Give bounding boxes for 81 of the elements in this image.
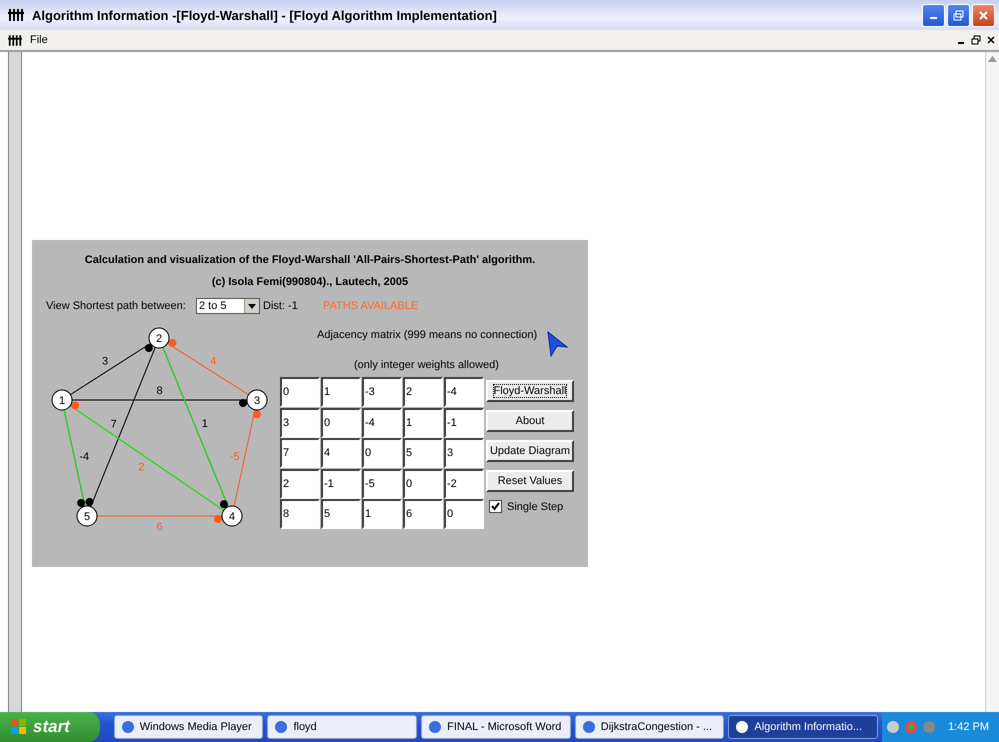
- edge-weight: 8: [156, 385, 163, 397]
- app-icon: [120, 720, 135, 734]
- action-button[interactable]: Floyd-Warshall: [486, 380, 574, 402]
- matrix-cell[interactable]: 0: [403, 468, 443, 498]
- app-icon: [8, 34, 22, 46]
- matrix-cell[interactable]: -4: [362, 408, 402, 438]
- action-button[interactable]: Update Diagram: [486, 440, 574, 462]
- restore-icon[interactable]: [971, 35, 981, 45]
- matrix-cell[interactable]: -1: [444, 408, 484, 438]
- edge-weight: 2: [138, 461, 144, 474]
- matrix-cell[interactable]: 7: [280, 438, 320, 468]
- matrix-cell[interactable]: 0: [280, 377, 320, 407]
- panel-heading: Calculation and visualization of the Floyd-Warshall 'All-Pairs-Shortest-Path' algorithm.: [84, 254, 536, 266]
- cursor-icon: [546, 331, 568, 357]
- matrix-cell[interactable]: 1: [403, 408, 443, 438]
- single-step-checkbox[interactable]: [489, 500, 502, 513]
- window-title: Algorithm Information -[Floyd-Warshall] - [Floyd Algorithm Implementation]: [32, 8, 498, 22]
- taskbar-item[interactable]: Windows Media Player: [114, 715, 264, 739]
- edge-weight: -4: [79, 450, 90, 463]
- matrix-cell[interactable]: 5: [321, 499, 361, 529]
- matrix-cell[interactable]: 5: [403, 438, 443, 468]
- graph-node: 2: [148, 328, 170, 348]
- matrix-cell[interactable]: -3: [362, 377, 402, 407]
- taskbar-item[interactable]: floyd: [267, 715, 418, 739]
- checkbox-label: Single Step: [507, 500, 564, 512]
- credit-text: (c) Isola Femi(990804)., Lautech, 2005: [210, 276, 410, 288]
- matrix-caption: Adjacency matrix (999 means no connection): [317, 329, 538, 341]
- matrix-cell[interactable]: 8: [280, 499, 320, 529]
- graph-node: 5: [76, 506, 98, 526]
- matrix-cell[interactable]: 2: [403, 377, 443, 407]
- matrix-cell[interactable]: 6: [403, 499, 443, 529]
- matrix-note: (only integer weights allowed): [354, 359, 500, 371]
- caret-icon: [248, 304, 256, 308]
- clock: 1:42 PM: [948, 721, 990, 733]
- edge-weight: -5: [230, 450, 240, 463]
- matrix-cell[interactable]: 3: [444, 438, 484, 468]
- app-icon: [8, 9, 24, 21]
- restore-button[interactable]: [947, 4, 970, 26]
- app-icon: [735, 720, 750, 734]
- edge-weight: 6: [156, 521, 163, 533]
- taskbar-item[interactable]: FINAL - Microsoft Word: [421, 715, 571, 739]
- close-button[interactable]: [972, 4, 995, 26]
- close-icon[interactable]: [987, 35, 995, 45]
- action-button[interactable]: About: [486, 410, 574, 432]
- matrix-cell[interactable]: 0: [362, 438, 402, 468]
- action-button[interactable]: Reset Values: [486, 470, 574, 492]
- taskbar-item[interactable]: DijkstraCongestion - ...: [574, 715, 724, 739]
- selector-label: View Shortest path between:: [46, 300, 187, 312]
- path-dropdown[interactable]: 2 to 5: [196, 298, 260, 314]
- matrix-cell[interactable]: 0: [444, 499, 484, 529]
- matrix-cell[interactable]: 1: [321, 377, 361, 407]
- close-icon: [978, 10, 989, 20]
- app-icon: [274, 720, 288, 734]
- matrix-cell[interactable]: 2: [280, 468, 320, 498]
- status-text: PATHS AVAILABLE: [323, 300, 418, 312]
- distance-text: Dist: -1: [263, 300, 299, 312]
- graph-node: 1: [52, 390, 72, 410]
- matrix-cell[interactable]: -5: [362, 468, 402, 498]
- graph-node: 4: [222, 506, 242, 526]
- edge-weight: 1: [202, 418, 208, 430]
- app-icon: [582, 720, 596, 734]
- matrix-cell[interactable]: 4: [321, 438, 361, 468]
- scrollbar[interactable]: [985, 52, 999, 712]
- edge-weight: 4: [210, 356, 216, 368]
- minimize-icon: [930, 17, 937, 19]
- restore-icon: [953, 10, 964, 20]
- matrix-cell[interactable]: -4: [444, 377, 484, 407]
- edge-weight: 7: [110, 418, 117, 430]
- menu-item[interactable]: File: [30, 34, 48, 46]
- edge-weight: 3: [102, 356, 108, 368]
- minimize-button[interactable]: [922, 4, 945, 26]
- app-icon: [428, 720, 442, 734]
- matrix-cell[interactable]: -1: [321, 468, 361, 498]
- scroll-up-icon[interactable]: [988, 56, 997, 62]
- taskbar-item[interactable]: Algorithm Informatio...: [728, 715, 878, 739]
- matrix-cell[interactable]: 3: [280, 408, 320, 438]
- windows-flag-icon: [10, 718, 28, 736]
- matrix-cell[interactable]: 1: [362, 499, 402, 529]
- matrix-cell[interactable]: 0: [321, 408, 361, 438]
- matrix-cell[interactable]: -2: [444, 468, 484, 498]
- graph-node: 3: [246, 390, 268, 410]
